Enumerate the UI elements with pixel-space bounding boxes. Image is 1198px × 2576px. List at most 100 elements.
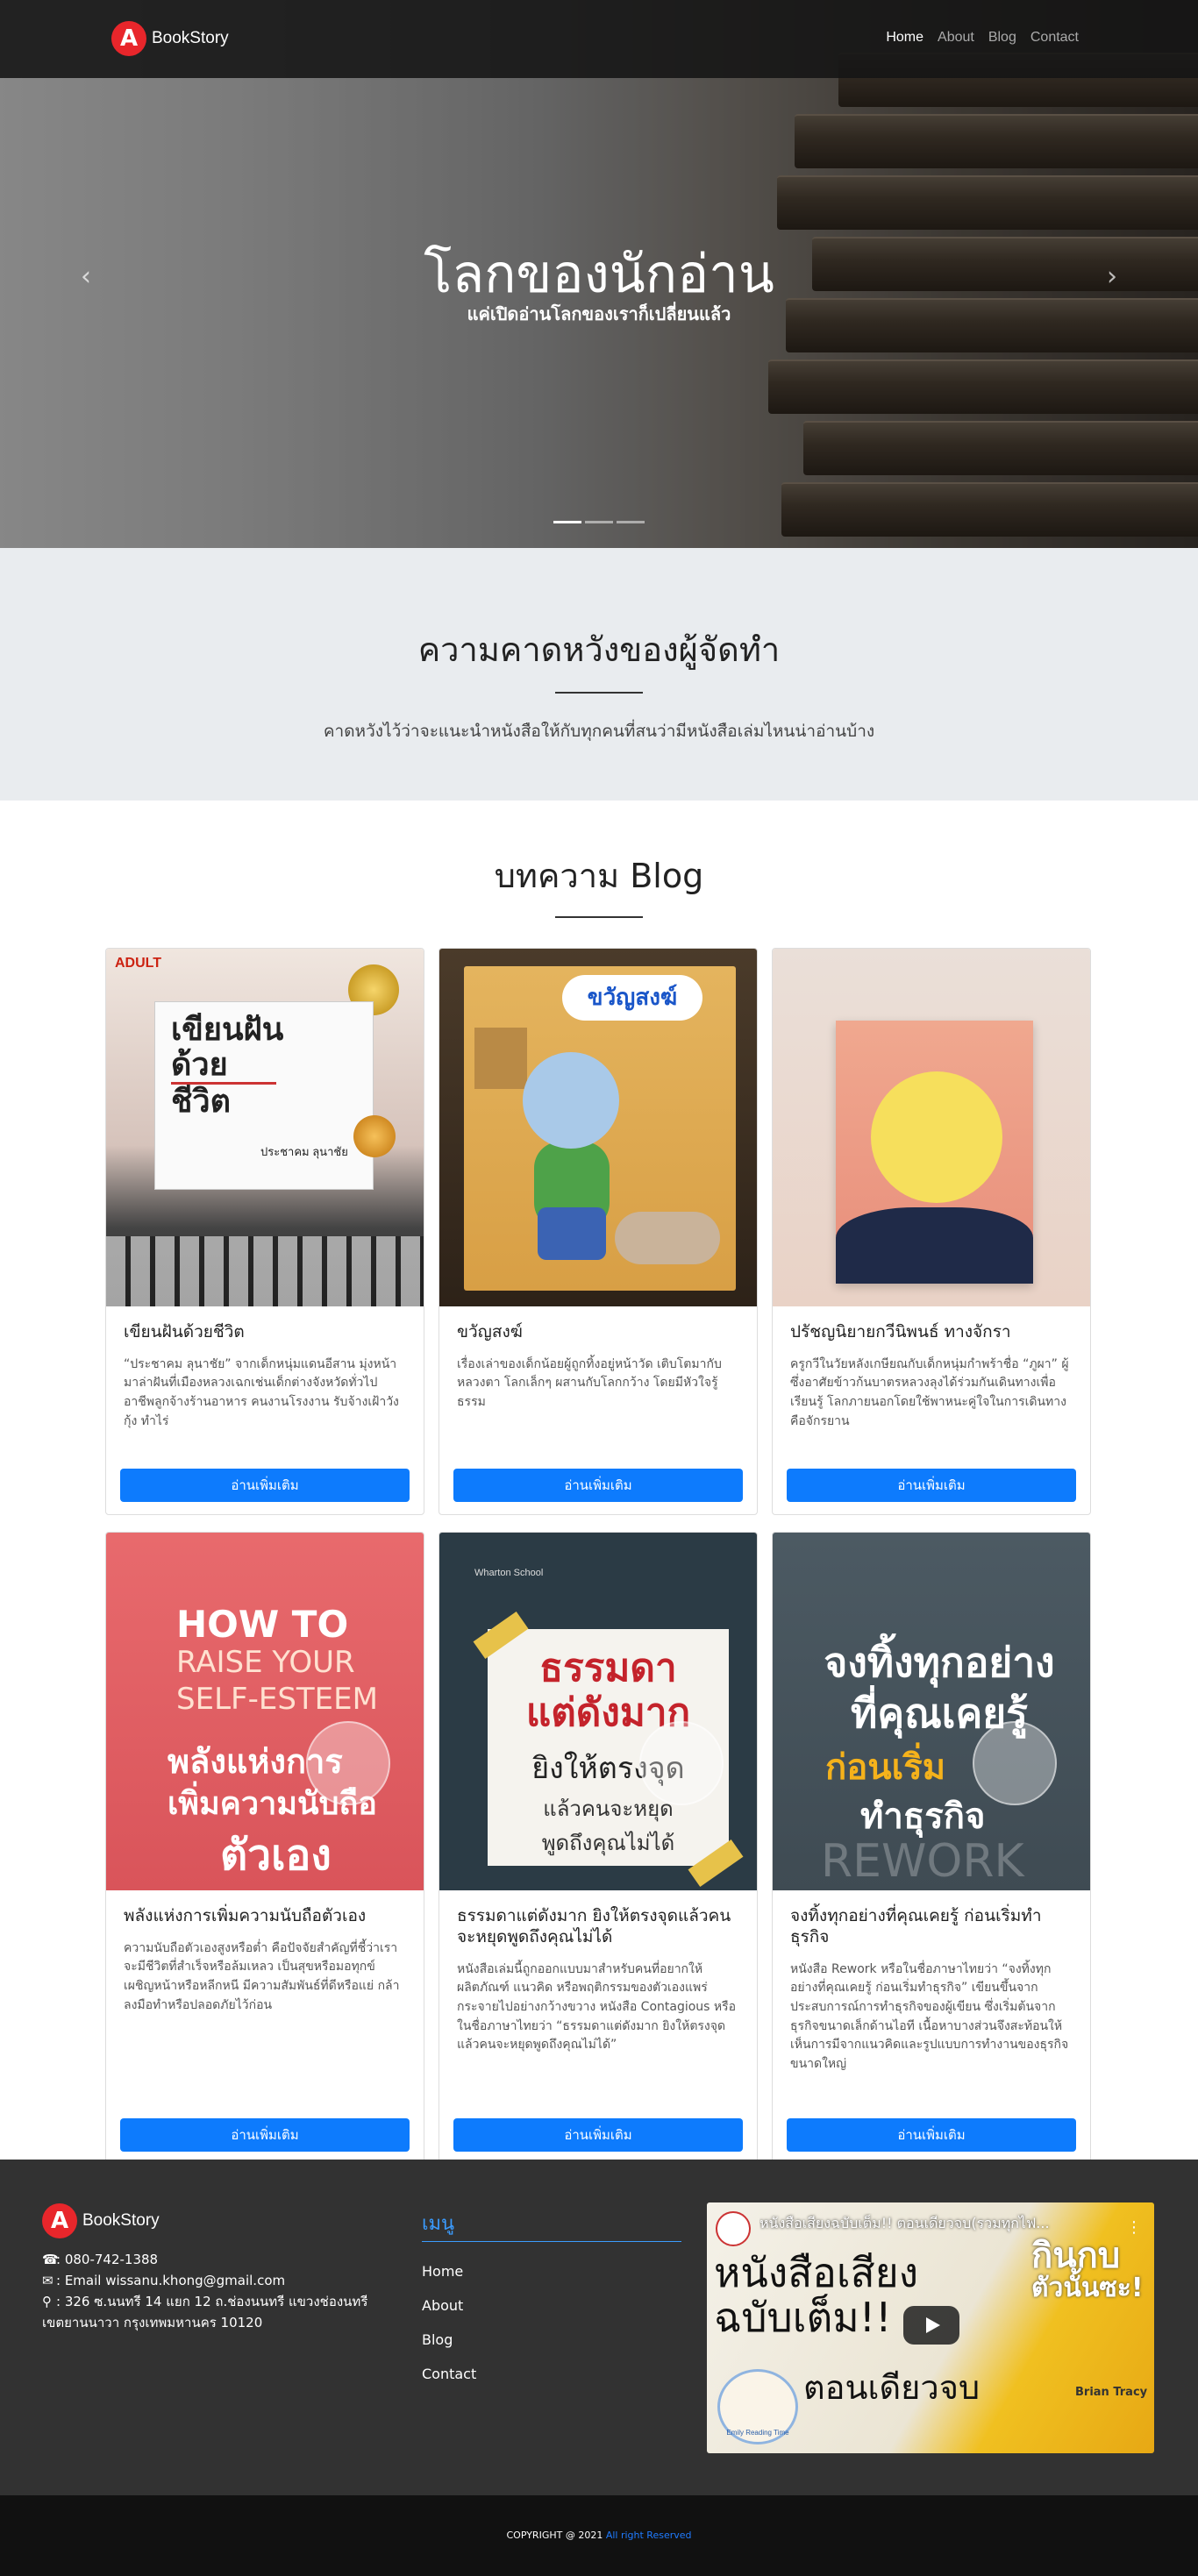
copyright-link[interactable]: All right Reserved (606, 2530, 692, 2541)
cover-text: พูดถึงคุณไม่ได้ (541, 1831, 675, 1856)
blog-card-text: ความนับถือตัวเองสูงหรือต่ำ คือปัจจัยสำคั… (124, 1940, 400, 2012)
watermark-icon (639, 1721, 724, 1805)
carousel-indicator-1[interactable] (553, 521, 581, 523)
blog-card-text: หนังสือ Rework หรือในชื่อภาษาไทยว่า “จงท… (790, 1961, 1069, 2071)
blog-card-text: “ประชาคม ลุนาชัย” จากเด็กหนุ่มแดนอีสาน ม… (124, 1356, 399, 1428)
blog-card-title: ขวัญสงฆ์ (457, 1322, 523, 1341)
watermark-icon (973, 1721, 1057, 1805)
blog-card: ADULT เขียนฝัน ด้วย ชีวิต ประชาคม ลุนาชั… (105, 948, 424, 1515)
footer-link-contact[interactable]: Contact (422, 2366, 476, 2382)
nav-link-blog[interactable]: Blog (988, 30, 1016, 46)
blog-card: Wharton School ธรรมดา แต่ดังมาก ยิงให้ตร… (439, 1532, 758, 2165)
blog-card: ปรัชญนิยายกวีนิพนธ์ ทางจักรา ครูกวีในวัย… (772, 948, 1091, 1515)
dog-illustration (615, 1212, 720, 1264)
carousel-indicator-2[interactable] (585, 521, 613, 523)
cover-text: ก่อนเริ่ม (825, 1747, 946, 1788)
cover-text: Wharton School (474, 1568, 544, 1578)
blog-card-title: เขียนฝันด้วยชีวิต (124, 1322, 245, 1341)
youtube-embed[interactable]: หนังสือเสียง ฉบับเต็ม!! ตอนเดียวจบ กินกบ… (707, 2202, 1154, 2453)
cover-author: ประชาคม ลุนาชัย (260, 1145, 348, 1158)
hero-subtitle: แค่เปิดอ่านโลกของเราก็เปลี่ยนแล้ว (467, 303, 731, 324)
expectation-title: ความคาดหวังของผู้จัดทำ (417, 630, 781, 669)
blog-section: บทความ Blog ADULT เขียนฝัน ด้วย ชีวิต ปร… (0, 801, 1198, 2165)
moon-illustration (871, 1071, 1002, 1203)
read-more-button[interactable]: อ่านเพิ่มเติม (453, 2118, 743, 2152)
kid-illustration (538, 1207, 606, 1260)
award-seal-icon (353, 1115, 396, 1157)
blog-title: บทความ Blog (494, 857, 704, 895)
cover-text: จงทิ้งทุกอย่าง (824, 1639, 1055, 1686)
footer-link-about[interactable]: About (422, 2297, 476, 2314)
cover-text: ชีวิต (171, 1083, 232, 1121)
cover-text: จงทิ้งทุกอย่าง ที่คุณเคยรู้ (799, 1638, 1080, 1739)
play-button-icon[interactable] (903, 2306, 959, 2345)
video-thumbnail-text: ฉบับเต็ม!! (714, 2293, 892, 2341)
video-thumbnail-text: กินกบ ตัวนั้นซะ! Brian Tracy (1031, 2238, 1147, 2398)
brand-logo-icon: A (42, 2203, 77, 2238)
blog-card: ขวัญสงฆ์ ขวัญสงฆ์ เรื่องเล่าของเด็กน้อยผ… (439, 948, 758, 1515)
book-cover-image: ขวัญสงฆ์ (439, 949, 757, 1306)
cover-text: เขียนฝัน (171, 1011, 284, 1048)
title-divider (555, 692, 643, 694)
nav-links: Home About Blog Contact (886, 30, 1079, 46)
channel-avatar[interactable] (716, 2211, 751, 2246)
phone-icon: ☎ (42, 2252, 59, 2267)
blog-card-title: จงทิ้งทุกอย่างที่คุณเคยรู้ ก่อนเริ่มทำธุ… (790, 1906, 1042, 1946)
address-text: : 326 ซ.นนทรี 14 แยก 12 ถ.ช่องนนทรี แขวง… (42, 2294, 368, 2330)
footer-brand[interactable]: A BookStory (42, 2203, 160, 2238)
cover-text: ธรรมดา (539, 1646, 677, 1690)
read-more-button[interactable]: อ่านเพิ่มเติม (787, 1469, 1076, 1502)
copyright-text: COPYRIGHT @ 2021 (506, 2530, 606, 2541)
cover-tag: ADULT (115, 956, 162, 971)
carousel-prev-icon[interactable]: ‹ (81, 261, 91, 292)
hero-carousel: โลกของนักอ่าน แค่เปิดอ่านโลกของเราก็เปลี… (0, 0, 1198, 548)
carousel-next-icon[interactable]: › (1107, 261, 1117, 292)
cover-text: SELF-ESTEEM (176, 1682, 378, 1717)
footer-link-blog[interactable]: Blog (422, 2331, 476, 2348)
nav-link-about[interactable]: About (938, 30, 974, 46)
nav-link-contact[interactable]: Contact (1030, 30, 1079, 46)
read-more-button[interactable]: อ่านเพิ่มเติม (453, 1469, 743, 1502)
cover-paper: เขียนฝัน ด้วย ชีวิต ประชาคม ลุนาชัย (154, 1001, 374, 1190)
read-more-button[interactable]: อ่านเพิ่มเติม (787, 2118, 1076, 2152)
video-title[interactable]: หนังสือเสียงฉบับเต็ม!! ตอนเดียวจบ(รวมทุก… (759, 2213, 1119, 2235)
blog-card-title: ปรัชญนิยายกวีนิพนธ์ ทางจักรา (790, 1322, 1011, 1341)
channel-mascot-icon: Emily Reading Time (717, 2369, 798, 2444)
read-more-button[interactable]: อ่านเพิ่มเติม (120, 1469, 410, 1502)
book-cover-image: Wharton School ธรรมดา แต่ดังมาก ยิงให้ตร… (439, 1533, 757, 1890)
blog-card-title: พลังแห่งการเพิ่มความนับถือตัวเอง (124, 1906, 367, 1925)
brand-logo-icon: A (111, 21, 146, 56)
more-options-icon[interactable]: ⋮ (1126, 2218, 1142, 2237)
video-thumbnail-text: หนังสือเสียง (714, 2249, 919, 2296)
footer-link-home[interactable]: Home (422, 2263, 476, 2280)
carousel-indicator-3[interactable] (617, 521, 645, 523)
video-thumbnail-text: กินกบ (1031, 2236, 1121, 2276)
brand[interactable]: A BookStory (111, 21, 229, 56)
cover-text: HOW TO (176, 1603, 349, 1646)
envelope-icon: ✉ (42, 2273, 53, 2288)
blog-card: จงทิ้งทุกอย่าง ที่คุณเคยรู้ ก่อนเริ่ม ทำ… (772, 1532, 1091, 2165)
email-text[interactable]: : Email wissanu.khong@gmail.com (56, 2273, 285, 2288)
video-thumbnail-text: ตอนเดียวจบ (803, 2368, 981, 2407)
brand-name: BookStory (152, 29, 229, 47)
video-thumbnail-text: Brian Tracy (1075, 2385, 1148, 2399)
cover-ribbon: ขวัญสงฆ์ (562, 975, 702, 1021)
blog-card-text: หนังสือเล่มนี้ถูกออกแบบมาสำหรับคนที่อยาก… (457, 1961, 737, 2053)
cover-text: ด้วย (171, 1047, 276, 1085)
cover-text: RAISE YOUR (176, 1645, 355, 1680)
expectation-text: คาดหวังไว้ว่าจะแนะนำหนังสือให้กับทุกคนที… (323, 722, 875, 741)
map-marker-icon: ⚲ (42, 2294, 52, 2309)
book-cover-image: จงทิ้งทุกอย่าง ที่คุณเคยรู้ ก่อนเริ่ม ทำ… (773, 1533, 1090, 1890)
book-cover-image: HOW TO RAISE YOUR SELF-ESTEEM พลังแห่งกา… (106, 1533, 424, 1890)
kid-illustration (523, 1052, 619, 1149)
book-cover-image (773, 949, 1090, 1306)
footer-menu-divider (422, 2241, 681, 2242)
book-cover-image: ADULT เขียนฝัน ด้วย ชีวิต ประชาคม ลุนาชั… (106, 949, 424, 1306)
nav-link-home[interactable]: Home (886, 30, 923, 46)
read-more-button[interactable]: อ่านเพิ่มเติม (120, 2118, 410, 2152)
expectation-section: ความคาดหวังของผู้จัดทำ คาดหวังไว้ว่าจะแน… (0, 548, 1198, 801)
watermark-icon (306, 1721, 390, 1805)
footer-menu-title: เมนู (422, 2213, 455, 2235)
temple-icon (474, 1028, 527, 1089)
footer-menu: Home About Blog Contact (422, 2263, 476, 2400)
